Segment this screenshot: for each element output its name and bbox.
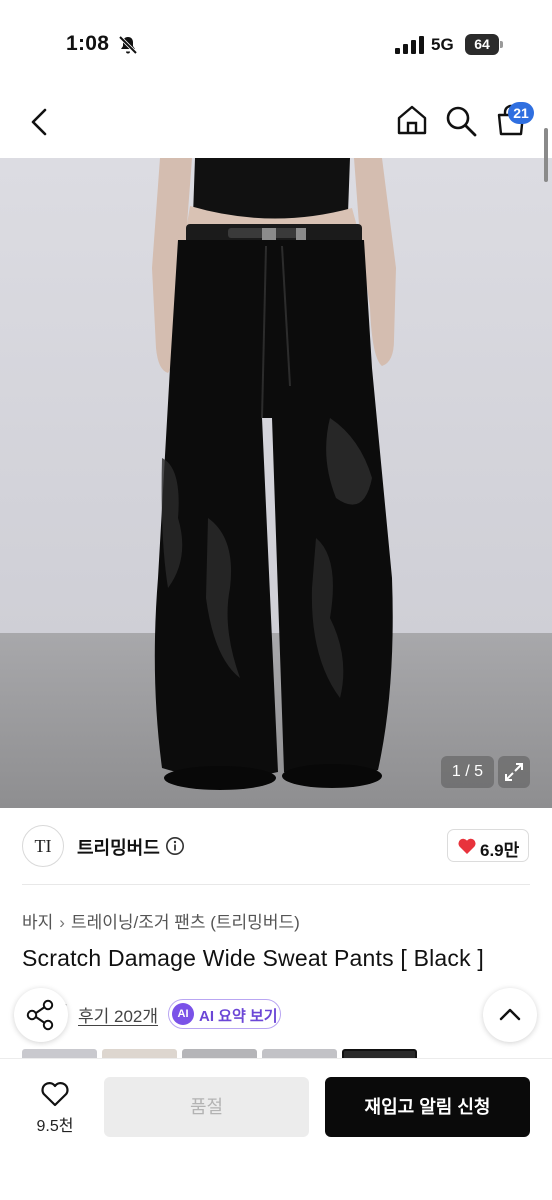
brand-name[interactable]: 트리밍버드	[77, 834, 160, 860]
chevron-up-icon	[499, 1008, 521, 1021]
heart-outline-icon[interactable]	[40, 1081, 70, 1107]
product-image[interactable]	[0, 158, 552, 808]
expand-image-button[interactable]	[498, 756, 530, 788]
battery-icon: 64	[465, 34, 503, 56]
image-counter: 1 / 5	[441, 756, 494, 788]
ai-summary-button[interactable]: AI AI 요약 보기	[168, 999, 281, 1029]
soldout-button: 품절	[104, 1077, 309, 1137]
search-icon[interactable]	[444, 104, 478, 138]
bell-off-icon	[118, 35, 138, 55]
breadcrumb-item-subcategory[interactable]: 트레이닝/조거 팬츠 (트리밍버드)	[71, 908, 300, 933]
brand-like-button[interactable]: 6.9만	[447, 829, 529, 862]
bottom-action-bar: 9.5천 품절 재입고 알림 신청	[0, 1058, 552, 1200]
home-icon[interactable]	[395, 103, 429, 137]
breadcrumb-item-category[interactable]: 바지	[22, 908, 53, 933]
status-time: 1:08	[66, 32, 110, 55]
battery-level: 64	[465, 34, 499, 55]
cellular-signal-icon	[395, 36, 424, 54]
ai-icon: AI	[172, 1003, 194, 1025]
heart-filled-icon	[458, 838, 476, 854]
scroll-to-top-button[interactable]	[483, 988, 537, 1042]
back-icon[interactable]	[22, 104, 58, 140]
brand-like-count: 6.9만	[480, 841, 520, 860]
share-icon	[26, 999, 54, 1031]
product-photo	[0, 158, 552, 808]
expand-icon	[505, 763, 523, 781]
scrollbar[interactable]	[544, 128, 548, 182]
status-bar: 1:08 5G 64	[0, 0, 552, 86]
chevron-right-icon: ›	[59, 913, 65, 932]
wishlist-count: 9.5천	[36, 1118, 74, 1135]
ai-summary-label: AI 요약 보기	[199, 1008, 278, 1025]
info-icon[interactable]	[165, 836, 185, 856]
top-nav	[0, 86, 552, 158]
product-title: Scratch Damage Wide Sweat Pants [ Black …	[22, 945, 485, 971]
share-button[interactable]	[14, 988, 68, 1042]
divider	[22, 884, 530, 885]
network-type: 5G	[431, 35, 454, 54]
brand-logo[interactable]: TI	[22, 825, 64, 867]
cart-count-badge: 21	[508, 102, 534, 124]
breadcrumb: 바지 › 트레이닝/조거 팬츠 (트리밍버드)	[22, 908, 300, 933]
review-count-link[interactable]: 후기 202개	[78, 1002, 158, 1027]
restock-notify-button[interactable]: 재입고 알림 신청	[325, 1077, 530, 1137]
